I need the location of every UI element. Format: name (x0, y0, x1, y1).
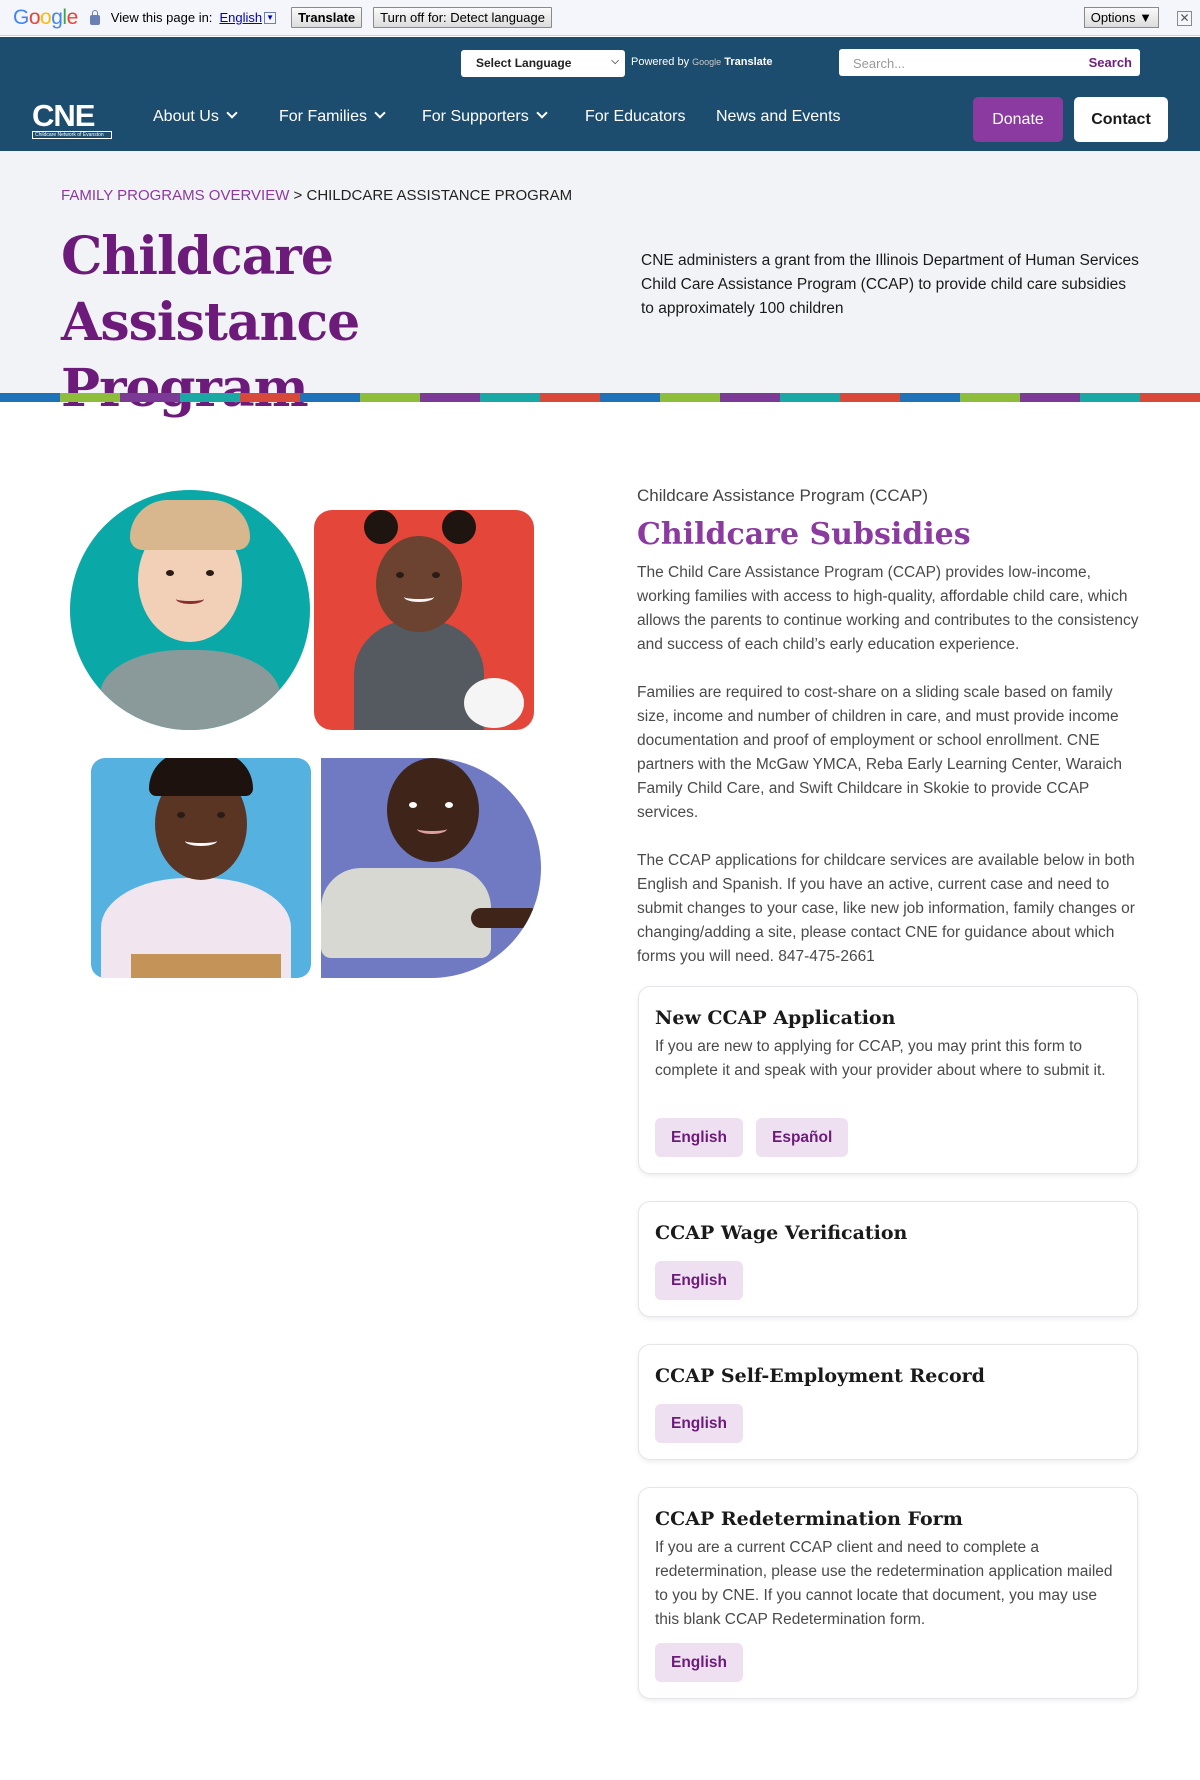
breadcrumb: FAMILY PROGRAMS OVERVIEW > CHILDCARE ASS… (61, 187, 572, 204)
child-photo-1 (70, 490, 310, 730)
card-title: CCAP Redetermination Form (655, 1508, 963, 1530)
section-eyebrow: Childcare Assistance Program (CCAP) (637, 486, 928, 505)
card-title: New CCAP Application (655, 1007, 896, 1029)
form-card-redetermination: CCAP Redetermination Form If you are a c… (638, 1487, 1138, 1699)
stripe-segment (660, 393, 720, 402)
stripe-segment (960, 393, 1020, 402)
language-link[interactable]: English (219, 10, 262, 25)
language-select-label: Select Language (476, 56, 572, 70)
powered-by-label: Powered by (631, 56, 690, 68)
close-icon[interactable]: ✕ (1177, 11, 1192, 26)
search-button[interactable]: Search (1089, 55, 1132, 70)
logo-subtext: Childcare Network of Evanston (32, 131, 112, 139)
donate-button[interactable]: Donate (973, 97, 1063, 142)
stripe-segment (1080, 393, 1140, 402)
language-select[interactable]: Select Language ⌵ (461, 50, 625, 77)
stripe-segment (0, 393, 60, 402)
stripe-segment (780, 393, 840, 402)
download-english-button[interactable]: English (655, 1118, 743, 1157)
translate-label: Translate (724, 56, 773, 68)
powered-by: Powered by Google Translate (631, 56, 773, 68)
breadcrumb-separator: > (289, 187, 307, 204)
nav-label: For Educators (585, 108, 686, 125)
nav-label: News and Events (716, 108, 841, 125)
breadcrumb-current: CHILDCARE ASSISTANCE PROGRAM (306, 187, 573, 204)
utility-bar: Select Language ⌵ Powered by Google Tran… (0, 37, 1200, 84)
turn-off-button[interactable]: Turn off for: Detect language (373, 7, 552, 28)
google-translate-bar: Google View this page in: English ▼ Tran… (0, 0, 1200, 36)
stripe-segment (600, 393, 660, 402)
stripe-segment (120, 393, 180, 402)
nav-label: For Families (279, 108, 368, 125)
child-photo-3 (91, 758, 311, 978)
download-english-button[interactable]: English (655, 1643, 743, 1682)
contact-button[interactable]: Contact (1074, 97, 1168, 142)
download-spanish-button[interactable]: Español (756, 1118, 849, 1157)
chevron-down-icon (226, 107, 238, 119)
translate-prompt: View this page in: (110, 10, 213, 25)
stripe-segment (60, 393, 120, 402)
body-paragraph: The Child Care Assistance Program (CCAP)… (637, 564, 1139, 653)
language-dropdown-icon[interactable]: ▼ (264, 11, 277, 24)
body-paragraph: The CCAP applications for childcare serv… (637, 852, 1135, 965)
nav-label: About Us (153, 108, 219, 125)
form-card-wage-verification: CCAP Wage Verification English (638, 1201, 1138, 1317)
search-placeholder: Search... (853, 56, 906, 71)
nav-label: For Supporters (422, 108, 529, 125)
stripe-segment (180, 393, 240, 402)
stripe-segment (240, 393, 300, 402)
search-input[interactable]: Search... Search (839, 49, 1140, 76)
child-photo-2 (314, 510, 534, 730)
stripe-segment (480, 393, 540, 402)
translate-button[interactable]: Translate (291, 7, 363, 28)
google-small-logo: Google (692, 57, 722, 67)
form-card-self-employment: CCAP Self-Employment Record English (638, 1344, 1138, 1460)
download-english-button[interactable]: English (655, 1261, 743, 1300)
card-title: CCAP Wage Verification (655, 1222, 908, 1244)
stripe-segment (720, 393, 780, 402)
hero-description: CNE administers a grant from the Illinoi… (641, 252, 1139, 317)
google-logo: Google (13, 5, 78, 29)
stripe-segment (420, 393, 480, 402)
stripe-segment (540, 393, 600, 402)
nav-about-us[interactable]: About Us (153, 107, 238, 126)
card-title: CCAP Self-Employment Record (655, 1365, 985, 1387)
stripe-segment (900, 393, 960, 402)
body-paragraph: Families are required to cost-share on a… (637, 684, 1123, 821)
nav-for-supporters[interactable]: For Supporters (422, 107, 548, 126)
options-button[interactable]: Options ▼ (1083, 7, 1159, 28)
download-english-button[interactable]: English (655, 1404, 743, 1443)
nav-news-and-events[interactable]: News and Events (716, 108, 841, 126)
main-nav: CNE Childcare Network of Evanston About … (0, 84, 1200, 151)
cne-logo[interactable]: CNE Childcare Network of Evanston (32, 98, 112, 139)
card-description: If you are new to applying for CCAP, you… (655, 1038, 1106, 1079)
form-card-new-application: New CCAP Application If you are new to a… (638, 986, 1138, 1174)
color-stripe-divider (0, 393, 1200, 402)
section-heading: Childcare Subsidies (637, 517, 971, 552)
breadcrumb-family-programs[interactable]: FAMILY PROGRAMS OVERVIEW (61, 187, 289, 204)
stripe-segment (300, 393, 360, 402)
chevron-down-icon: ⌵ (611, 56, 619, 67)
nav-for-families[interactable]: For Families (279, 107, 386, 126)
lock-icon (89, 9, 100, 25)
child-photo-4 (321, 758, 541, 978)
chevron-down-icon (374, 107, 386, 119)
logo-mark: CNE (32, 98, 95, 133)
stripe-segment (360, 393, 420, 402)
page-hero: FAMILY PROGRAMS OVERVIEW > CHILDCARE ASS… (0, 151, 1200, 419)
card-description: If you are a current CCAP client and nee… (655, 1539, 1113, 1628)
stripe-segment (840, 393, 900, 402)
stripe-segment (1020, 393, 1080, 402)
chevron-down-icon (536, 107, 548, 119)
nav-for-educators[interactable]: For Educators (585, 108, 685, 126)
stripe-segment (1140, 393, 1200, 402)
